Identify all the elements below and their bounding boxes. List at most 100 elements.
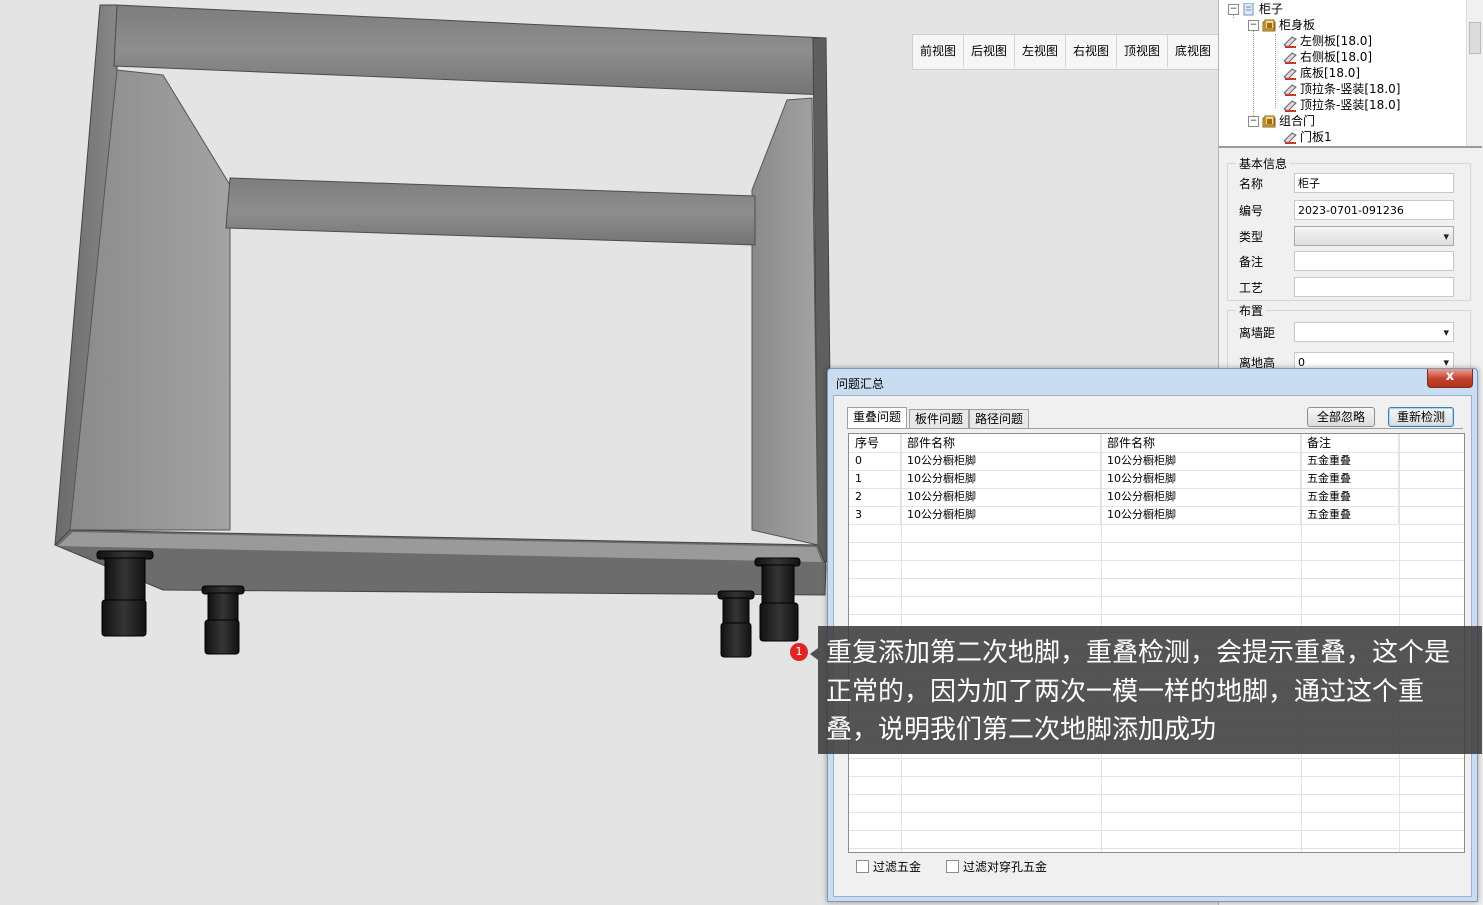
group-folder-icon (1262, 19, 1276, 31)
ignore-all-button[interactable]: 全部忽略 (1307, 407, 1375, 427)
code-label: 编号 (1239, 203, 1264, 218)
row-index: 3 (849, 506, 901, 524)
part-name: 10公分橱柜脚 (1101, 506, 1301, 524)
filter-through-hole-checkbox[interactable]: 过滤对穿孔五金 (946, 858, 1047, 875)
filter-hardware-checkbox[interactable]: 过滤五金 (856, 858, 921, 875)
row-index: 0 (849, 452, 901, 470)
scroll-thumb[interactable] (1469, 22, 1481, 54)
view-toolbar: 前视图 后视图 左视图 右视图 顶视图 底视图 (912, 34, 1219, 70)
recheck-button[interactable]: 重新检测 (1388, 407, 1454, 427)
wall-distance-select[interactable] (1294, 322, 1454, 343)
empty-row (849, 812, 1464, 831)
tree-label: 门板1 (1300, 130, 1332, 144)
tree-item-panel[interactable]: 底板[18.0] (1283, 65, 1360, 81)
code-field[interactable]: 2023-0701-091236 (1294, 200, 1454, 220)
panel-icon (1283, 35, 1297, 48)
part-name: 10公分橱柜脚 (901, 506, 1101, 524)
collapse-icon[interactable]: − (1248, 115, 1259, 127)
close-button[interactable]: x (1427, 369, 1473, 388)
code-row: 编号 2023-0701-091236 (1239, 199, 1454, 221)
table-header: 序号 部件名称 部件名称 备注 (849, 434, 1464, 453)
column-header[interactable]: 序号 (849, 434, 901, 452)
collapse-icon[interactable]: − (1228, 3, 1239, 15)
table-row[interactable]: 1 10公分橱柜脚 10公分橱柜脚 五金重叠 (849, 470, 1464, 489)
tree-item-door-group[interactable]: − 组合门 (1248, 113, 1315, 129)
tree-label: 底板[18.0] (1300, 66, 1361, 80)
part-name: 10公分橱柜脚 (1101, 470, 1301, 488)
empty-row (849, 758, 1464, 777)
tree-item-door[interactable]: 门板1 (1283, 129, 1332, 145)
remark: 五金重叠 (1301, 488, 1399, 506)
part-name: 10公分橱柜脚 (1101, 488, 1301, 506)
empty-row (849, 830, 1464, 849)
tree-label: 组合门 (1279, 114, 1316, 128)
back-rail (225, 177, 756, 246)
callout-arrow-icon (810, 648, 818, 660)
component-tree[interactable]: − 柜子 − 柜身板 左侧板[18.0] 右侧板[18.0] 底板[18.0] … (1219, 0, 1482, 148)
table-row[interactable]: 3 10公分橱柜脚 10公分橱柜脚 五金重叠 (849, 506, 1464, 525)
row-index: 1 (849, 470, 901, 488)
remark: 五金重叠 (1301, 470, 1399, 488)
tab-panel-issues[interactable]: 板件问题 (909, 409, 970, 428)
column-header[interactable]: 备注 (1301, 434, 1399, 452)
column-header[interactable]: 部件名称 (1101, 434, 1301, 452)
empty-row (849, 776, 1464, 795)
name-field[interactable]: 柜子 (1294, 173, 1454, 193)
tree-item-panel[interactable]: 顶拉条-竖装[18.0] (1283, 97, 1400, 113)
tree-label: 右侧板[18.0] (1300, 50, 1373, 64)
remark-label: 备注 (1239, 254, 1264, 269)
close-icon: x (1445, 369, 1455, 384)
process-field[interactable] (1294, 277, 1454, 297)
table-row[interactable]: 0 10公分橱柜脚 10公分橱柜脚 五金重叠 (849, 452, 1464, 471)
checkbox-box[interactable] (946, 860, 959, 873)
remark: 五金重叠 (1301, 452, 1399, 470)
checkbox-label: 过滤对穿孔五金 (963, 860, 1048, 874)
tree-item-cabinet[interactable]: − 柜子 (1228, 1, 1283, 17)
panel-icon (1283, 131, 1297, 144)
table-row[interactable]: 2 10公分橱柜脚 10公分橱柜脚 五金重叠 (849, 488, 1464, 507)
right-inner-panel (751, 97, 819, 546)
tree-scrollbar[interactable] (1466, 0, 1482, 146)
tree-item-body[interactable]: − 柜身板 (1248, 17, 1315, 33)
part-name: 10公分橱柜脚 (901, 488, 1101, 506)
cabinet-foot (717, 590, 755, 658)
back-view-button[interactable]: 后视图 (964, 35, 1015, 67)
step-badge: 1 (790, 643, 808, 661)
part-name: 10公分橱柜脚 (901, 470, 1101, 488)
document-icon (1243, 2, 1254, 15)
front-view-button[interactable]: 前视图 (913, 35, 964, 67)
bottom-view-button[interactable]: 底视图 (1168, 35, 1218, 67)
cabinet-foot (201, 585, 245, 655)
empty-row (849, 524, 1464, 543)
name-row: 名称 柜子 (1239, 172, 1454, 194)
remark-field[interactable] (1294, 251, 1454, 271)
tree-label: 柜身板 (1279, 18, 1316, 32)
right-view-button[interactable]: 右视图 (1066, 35, 1117, 67)
checkbox-label: 过滤五金 (873, 860, 922, 874)
collapse-icon[interactable]: − (1248, 19, 1259, 31)
panel-icon (1283, 51, 1297, 64)
tree-label: 顶拉条-竖装[18.0] (1300, 82, 1401, 96)
part-name: 10公分橱柜脚 (901, 452, 1101, 470)
remark: 五金重叠 (1301, 506, 1399, 524)
column-header[interactable]: 部件名称 (901, 434, 1101, 452)
basic-info-legend: 基本信息 (1239, 157, 1288, 171)
empty-row (849, 794, 1464, 813)
panel-icon (1283, 67, 1297, 80)
top-view-button[interactable]: 顶视图 (1117, 35, 1168, 67)
tree-label: 顶拉条-竖装[18.0] (1300, 98, 1401, 112)
tab-overlap[interactable]: 重叠问题 (847, 407, 908, 429)
type-label: 类型 (1239, 229, 1264, 244)
empty-row (849, 560, 1464, 579)
tree-item-panel[interactable]: 顶拉条-竖装[18.0] (1283, 81, 1400, 97)
cabinet-foot (96, 550, 154, 637)
empty-row (849, 542, 1464, 561)
left-view-button[interactable]: 左视图 (1015, 35, 1066, 67)
tree-item-panel[interactable]: 右侧板[18.0] (1283, 49, 1372, 65)
tree-item-panel[interactable]: 左侧板[18.0] (1283, 33, 1372, 49)
process-label: 工艺 (1239, 280, 1264, 295)
type-select[interactable] (1294, 226, 1454, 247)
checkbox-box[interactable] (856, 860, 869, 873)
remark-row: 备注 (1239, 250, 1454, 272)
tab-path-issues[interactable]: 路径问题 (969, 409, 1030, 428)
